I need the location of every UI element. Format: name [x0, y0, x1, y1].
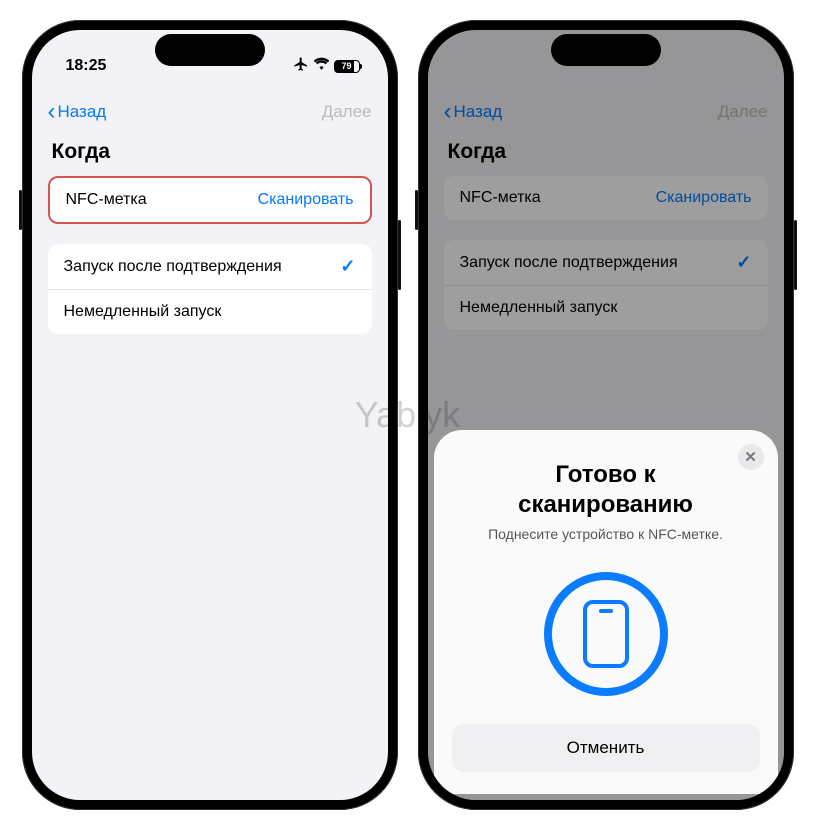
close-button[interactable]: ✕: [738, 444, 764, 470]
scan-button[interactable]: Сканировать: [258, 191, 354, 209]
nfc-graphic: [452, 572, 760, 696]
nav-bar: ‹ Назад Далее: [32, 86, 388, 134]
dynamic-island: [155, 34, 265, 66]
chevron-left-icon: ‹: [48, 100, 56, 124]
sheet-title: Готово к сканированию: [452, 460, 760, 520]
screen-left: 18:25 79 ‹ Назад Далее Когд: [32, 30, 388, 800]
nfc-tag-row-group: NFC-метка Сканировать: [48, 176, 372, 224]
section-title: Когда: [32, 134, 388, 176]
nfc-circle-icon: [544, 572, 668, 696]
dynamic-island: [551, 34, 661, 66]
battery-icon: 79: [334, 60, 360, 73]
phone-mockup-left: 18:25 79 ‹ Назад Далее Когд: [22, 20, 398, 810]
screen-right: ‹ Назад Далее Когда NFC-метка Сканироват…: [428, 30, 784, 800]
option-immediate-label: Немедленный запуск: [64, 303, 222, 321]
back-label: Назад: [58, 102, 107, 122]
close-icon: ✕: [744, 448, 757, 466]
option-confirm-label: Запуск после подтверждения: [64, 258, 282, 276]
airplane-mode-icon: [293, 56, 309, 77]
nfc-scan-sheet: ✕ Готово к сканированию Поднесите устрой…: [434, 430, 778, 794]
wifi-icon: [313, 57, 330, 75]
option-immediate[interactable]: Немедленный запуск: [48, 290, 372, 334]
nfc-phone-icon: [583, 600, 629, 668]
option-after-confirm[interactable]: Запуск после подтверждения ✓: [48, 244, 372, 290]
status-time: 18:25: [66, 57, 107, 75]
next-button: Далее: [322, 102, 372, 122]
cancel-button[interactable]: Отменить: [452, 724, 760, 772]
nfc-tag-row[interactable]: NFC-метка Сканировать: [50, 178, 370, 222]
phone-mockup-right: ‹ Назад Далее Когда NFC-метка Сканироват…: [418, 20, 794, 810]
run-options-group: Запуск после подтверждения ✓ Немедленный…: [48, 244, 372, 334]
checkmark-icon: ✓: [340, 256, 355, 277]
nfc-label: NFC-метка: [66, 191, 147, 209]
back-button[interactable]: ‹ Назад: [48, 100, 107, 124]
sheet-subtitle: Поднесите устройство к NFC-метке.: [452, 526, 760, 542]
